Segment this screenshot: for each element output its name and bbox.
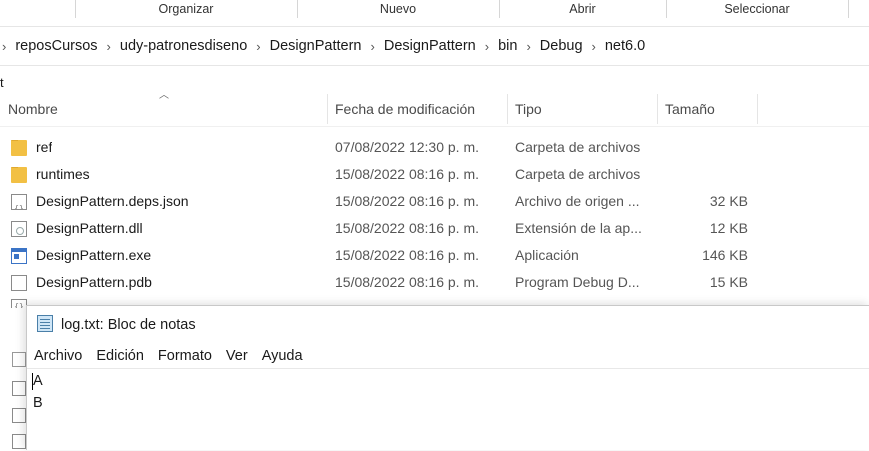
notepad-window[interactable]: log.txt: Bloc de notas Archivo Edición F… — [26, 305, 869, 450]
ribbon-group-abrir[interactable]: Abrir — [500, 0, 665, 18]
ribbon-group-seleccionar[interactable]: Seleccionar — [667, 0, 847, 18]
column-header-date[interactable]: Fecha de modificación — [327, 92, 507, 126]
column-header-name[interactable]: Nombre — [0, 92, 326, 126]
breadcrumb-item[interactable]: DesignPattern — [261, 38, 371, 54]
folder-icon — [11, 140, 27, 156]
notepad-menu-bar: Archivo Edición Formato Ver Ayuda — [27, 344, 310, 368]
file-date: 15/08/2022 08:16 p. m. — [335, 274, 479, 290]
ribbon-divider — [75, 0, 76, 18]
ribbon-divider — [848, 0, 849, 18]
dll-file-icon — [12, 408, 26, 423]
file-date: 15/08/2022 08:16 p. m. — [335, 193, 479, 209]
file-date: 07/08/2022 12:30 p. m. — [335, 139, 479, 155]
breadcrumb-item[interactable]: udy-patronesdiseno — [111, 38, 256, 54]
json-file-icon: {} — [11, 194, 27, 210]
file-date: 15/08/2022 08:16 p. m. — [335, 166, 479, 182]
file-row[interactable]: DesignPattern.dll 15/08/2022 08:16 p. m.… — [0, 215, 869, 242]
address-bar[interactable]: › reposCursos › udy-patronesdiseno › Des… — [0, 26, 869, 66]
ribbon-group-labels: Organizar Nuevo Abrir Seleccionar — [0, 0, 869, 20]
notepad-text-area[interactable]: A B — [27, 368, 869, 451]
menu-ayuda[interactable]: Ayuda — [255, 344, 310, 368]
file-row[interactable]: ref 07/08/2022 12:30 p. m. Carpeta de ar… — [0, 134, 869, 161]
breadcrumb-item[interactable]: net6.0 — [596, 38, 654, 54]
file-type: Carpeta de archivos — [515, 166, 641, 182]
file-name: DesignPattern.exe — [36, 247, 152, 263]
breadcrumb-item[interactable]: bin — [489, 38, 526, 54]
column-header-size[interactable]: Tamaño — [657, 92, 757, 126]
file-row[interactable]: DesignPattern.exe 15/08/2022 08:16 p. m.… — [0, 242, 869, 269]
file-size: 32 KB — [709, 193, 748, 209]
ribbon-group-organizar[interactable]: Organizar — [76, 0, 296, 18]
dll-file-icon — [12, 434, 26, 449]
notepad-title-bar[interactable]: log.txt: Bloc de notas — [27, 306, 869, 342]
file-type: Archivo de origen ... — [515, 193, 640, 209]
file-row[interactable]: DesignPattern.pdb 15/08/2022 08:16 p. m.… — [0, 269, 869, 296]
breadcrumb: › reposCursos › udy-patronesdiseno › Des… — [0, 27, 654, 65]
text-file-icon — [12, 352, 26, 367]
file-type: Carpeta de archivos — [515, 139, 641, 155]
menu-archivo[interactable]: Archivo — [27, 344, 89, 368]
file-size: 15 KB — [709, 274, 748, 290]
column-header-row: Nombre Fecha de modificación Tipo Tamaño — [0, 92, 869, 127]
file-name: DesignPattern.pdb — [36, 274, 152, 290]
file-row[interactable]: runtimes 15/08/2022 08:16 p. m. Carpeta … — [0, 161, 869, 188]
file-type: Aplicación — [515, 247, 579, 263]
column-header-type[interactable]: Tipo — [507, 92, 657, 126]
quick-access-stub[interactable]: t — [0, 75, 4, 90]
file-row[interactable]: {} DesignPattern.deps.json 15/08/2022 08… — [0, 188, 869, 215]
folder-icon — [11, 167, 27, 183]
menu-ver[interactable]: Ver — [219, 344, 255, 368]
notepad-title: log.txt: Bloc de notas — [61, 317, 196, 333]
ribbon-group-nuevo[interactable]: Nuevo — [298, 0, 498, 18]
file-date: 15/08/2022 08:16 p. m. — [335, 220, 479, 236]
pdb-file-icon — [11, 275, 27, 291]
text-line: A — [33, 373, 43, 389]
menu-edicion[interactable]: Edición — [89, 344, 151, 368]
breadcrumb-item[interactable]: reposCursos — [6, 38, 106, 54]
file-name: DesignPattern.dll — [36, 220, 143, 236]
file-name: DesignPattern.deps.json — [36, 193, 189, 209]
exe-file-icon — [11, 248, 27, 264]
json-file-icon: {} — [11, 299, 27, 308]
breadcrumb-item[interactable]: Debug — [531, 38, 592, 54]
file-type: Extensión de la ap... — [515, 220, 642, 236]
notepad-icon[interactable] — [37, 315, 53, 332]
file-size: 12 KB — [709, 220, 748, 236]
file-size: 146 KB — [702, 247, 748, 263]
dll-file-icon — [11, 221, 27, 237]
file-name: ref — [36, 139, 53, 155]
file-type: Program Debug D... — [515, 274, 640, 290]
file-name: runtimes — [36, 166, 90, 182]
breadcrumb-item[interactable]: DesignPattern — [375, 38, 485, 54]
menu-formato[interactable]: Formato — [151, 344, 219, 368]
column-divider[interactable] — [757, 94, 758, 124]
dll-file-icon — [12, 381, 26, 396]
text-line: B — [33, 395, 43, 411]
file-list: ref 07/08/2022 12:30 p. m. Carpeta de ar… — [0, 134, 869, 296]
file-date: 15/08/2022 08:16 p. m. — [335, 247, 479, 263]
